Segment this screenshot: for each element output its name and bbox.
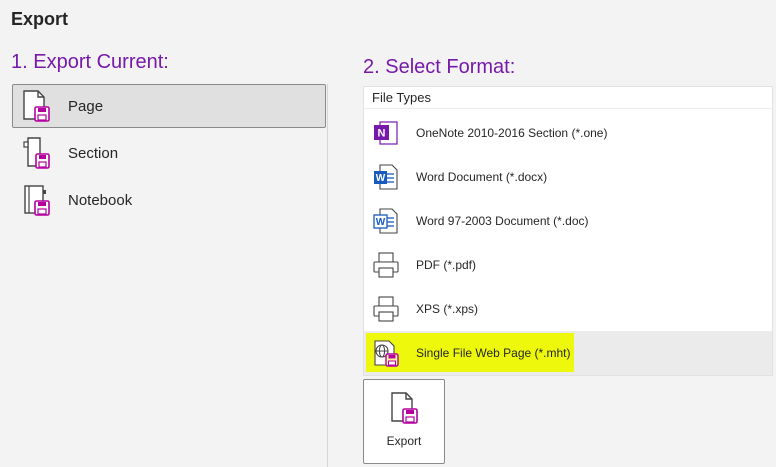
svg-text:N: N <box>378 128 386 140</box>
file-types-header: File Types <box>364 87 772 109</box>
file-type-label: Word Document (*.docx) <box>416 170 548 184</box>
scope-item-section[interactable]: Section <box>12 131 326 175</box>
export-button[interactable]: Export <box>363 379 445 464</box>
file-type-label: Single File Web Page (*.mht) <box>416 346 571 360</box>
section-icon <box>19 136 53 170</box>
printer-icon <box>371 250 401 280</box>
scope-item-label: Notebook <box>68 191 133 209</box>
file-type-xps[interactable]: XPS (*.xps) <box>364 287 772 331</box>
export-icon <box>389 392 419 424</box>
file-type-label: PDF (*.pdf) <box>416 258 477 272</box>
scope-item-label: Page <box>68 97 104 115</box>
file-type-label: XPS (*.xps) <box>416 302 479 316</box>
scope-item-label: Section <box>68 144 119 162</box>
notebook-icon <box>19 183 53 217</box>
export-current-heading: 1. Export Current: <box>11 51 169 73</box>
page-title: Export <box>11 9 69 29</box>
onenote-icon: N <box>371 118 401 148</box>
file-type-pdf[interactable]: PDF (*.pdf) <box>364 243 772 287</box>
svg-text:W: W <box>376 217 386 228</box>
svg-text:W: W <box>376 173 386 184</box>
file-type-word-doc[interactable]: W Word 97-2003 Document (*.doc) <box>364 199 772 243</box>
file-type-mht[interactable]: Single File Web Page (*.mht) <box>364 331 772 375</box>
file-type-label: Word 97-2003 Document (*.doc) <box>416 214 589 228</box>
printer-icon <box>371 294 401 324</box>
scope-item-notebook[interactable]: Notebook <box>12 178 326 222</box>
file-type-label: OneNote 2010-2016 Section (*.one) <box>416 126 608 140</box>
file-type-onenote[interactable]: N OneNote 2010-2016 Section (*.one) <box>364 111 772 155</box>
web-page-icon <box>371 338 401 368</box>
scope-item-page[interactable]: Page <box>12 84 326 128</box>
page-icon <box>19 89 53 123</box>
word-doc-icon: W <box>371 206 401 236</box>
export-button-label: Export <box>386 434 422 448</box>
file-type-word-docx[interactable]: W Word Document (*.docx) <box>364 155 772 199</box>
export-scope-pane: Page Section Notebook <box>0 84 328 467</box>
word-docx-icon: W <box>371 162 401 192</box>
select-format-heading: 2. Select Format: <box>363 56 516 78</box>
file-types-list: File Types N OneNote 2010-2016 Section (… <box>363 86 773 376</box>
